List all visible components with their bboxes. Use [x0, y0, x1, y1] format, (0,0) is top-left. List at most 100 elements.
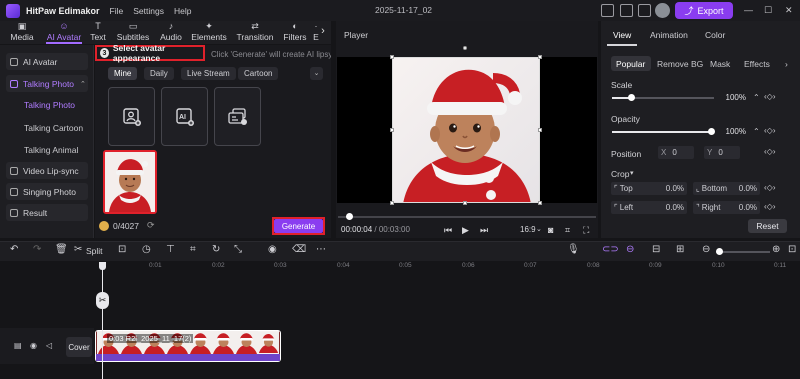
user-avatar[interactable] — [655, 3, 670, 18]
crop-icon[interactable]: ⌗ — [190, 244, 196, 255]
split-view-icon[interactable]: ⊞ — [676, 244, 684, 255]
tab-audio[interactable]: ♪ Audio — [154, 21, 188, 44]
subtab-mask[interactable]: Mask — [710, 59, 730, 69]
delete-icon[interactable]: 🗑 — [55, 244, 68, 255]
play-icon[interactable]: ▶ — [462, 225, 469, 236]
keyframe-nav-icon[interactable]: ‹◇› — [764, 202, 775, 211]
magnet-icon[interactable]: ⊂⊃ — [602, 244, 619, 255]
chevron-down-icon[interactable]: ▾ — [630, 169, 634, 177]
sidebar-item-video-lip-sync[interactable]: Video Lip-sync — [6, 162, 88, 179]
export-button[interactable]: ⤴ Export — [675, 2, 733, 19]
zoom-in-icon[interactable]: ⊕ — [772, 244, 780, 255]
fit-timeline-icon[interactable]: ⊡ — [788, 244, 796, 255]
tab-elements[interactable]: ✦ Elements — [188, 21, 230, 44]
resize-handle[interactable] — [538, 201, 542, 205]
speed-icon[interactable]: ◷ — [142, 244, 151, 255]
avatar-thumbnail[interactable] — [103, 150, 157, 214]
layout-icon[interactable] — [601, 4, 614, 17]
crop-top-field[interactable]: ⌜ Top 0.0% — [611, 182, 687, 195]
tab-filters[interactable]: ◐ Filters — [278, 21, 312, 44]
split-icon[interactable]: ✂ — [74, 244, 82, 255]
position-y-field[interactable]: Y0 — [704, 146, 740, 159]
reset-button[interactable]: Reset — [748, 219, 787, 233]
notification-icon[interactable] — [620, 4, 633, 17]
link-icon[interactable]: ⊖ — [626, 244, 634, 255]
menu-settings[interactable]: Settings — [133, 6, 164, 16]
tab-ai-avatar[interactable]: ☺ AI Avatar — [42, 21, 86, 44]
maximize-button[interactable]: ☐ — [764, 5, 772, 16]
menu-file[interactable]: File — [110, 6, 124, 16]
sidebar-item-result[interactable]: Result — [6, 204, 88, 221]
keyframe-nav-icon[interactable]: ‹◇› — [764, 147, 775, 156]
keyframe-nav-icon[interactable]: ‹◇› — [764, 126, 775, 135]
crop-grid-icon[interactable]: ⌗ — [565, 225, 570, 236]
sidebar-item-singing-photo[interactable]: Singing Photo — [6, 183, 88, 200]
generate-button[interactable]: Generate — [274, 219, 323, 233]
rotate-handle[interactable] — [463, 46, 467, 50]
crop-bottom-field[interactable]: ⌞ Bottom 0.0% — [693, 182, 760, 195]
tab-view[interactable]: View — [613, 30, 631, 40]
resize-handle[interactable] — [390, 128, 394, 132]
settings-icon[interactable] — [638, 4, 651, 17]
resize-handle[interactable] — [538, 128, 542, 132]
tab-transition[interactable]: ⇄ Transition — [232, 21, 278, 44]
scale-slider-knob[interactable] — [628, 94, 635, 101]
transform-icon[interactable]: ⤡ — [234, 244, 242, 255]
more-tools-icon[interactable]: ⋯ — [316, 244, 326, 255]
crop-label[interactable]: Crop — [611, 169, 629, 179]
chevron-down-icon[interactable]: ⌄ — [536, 225, 542, 233]
tab-color[interactable]: Color — [705, 30, 725, 40]
keyframe-nav-icon[interactable]: ‹◇› — [764, 92, 775, 101]
playhead-split-knob[interactable]: ✂ — [96, 292, 109, 309]
prev-frame-icon[interactable]: ⏮ — [444, 225, 452, 236]
ai-generate-portrait-card[interactable]: AI — [161, 87, 208, 146]
chip-more-icon[interactable]: ⌄ — [310, 67, 323, 80]
more-avatars-card[interactable] — [214, 87, 261, 146]
resize-handle[interactable] — [390, 55, 394, 59]
chip-mine[interactable]: Mine — [108, 67, 138, 80]
upload-portrait-card[interactable] — [108, 87, 155, 146]
snapshot-icon[interactable]: ◙ — [548, 225, 553, 235]
zoom-slider-track[interactable] — [716, 251, 770, 253]
close-button[interactable]: ✕ — [785, 5, 793, 16]
cover-button[interactable]: Cover — [66, 337, 92, 357]
playback-progress-knob[interactable] — [346, 213, 353, 220]
track-visibility-icon[interactable]: ◉ — [30, 341, 37, 350]
playhead-line[interactable] — [102, 262, 103, 379]
chip-cartoon[interactable]: Cartoon — [238, 67, 279, 80]
sidebar-sub-talking-photo[interactable]: Talking Photo — [24, 100, 75, 110]
preview-photo[interactable] — [392, 57, 540, 203]
track-link-icon[interactable]: ⊟ — [652, 244, 660, 255]
sidebar-item-ai-avatar[interactable]: AI Avatar — [6, 53, 88, 70]
split-label[interactable]: Split — [86, 246, 103, 256]
resize-handle[interactable] — [538, 55, 542, 59]
resize-handle[interactable] — [390, 201, 394, 205]
playhead-marker[interactable] — [99, 262, 106, 270]
minimize-button[interactable]: — — [744, 5, 753, 15]
text-insert-icon[interactable]: ⊤ — [166, 244, 175, 255]
chevron-right-icon[interactable]: › — [785, 59, 788, 69]
fullscreen-icon[interactable]: ⛶ — [583, 225, 589, 236]
undo-icon[interactable]: ↶ — [10, 244, 18, 255]
subtab-effects[interactable]: Effects — [744, 59, 770, 69]
refresh-icon[interactable]: ⟳ — [147, 220, 155, 231]
track-lock-icon[interactable]: ▤ — [14, 341, 22, 350]
menu-help[interactable]: Help — [174, 6, 191, 16]
tab-animation[interactable]: Animation — [650, 30, 688, 40]
resize-handle[interactable] — [463, 201, 467, 205]
subtab-popular[interactable]: Popular — [616, 59, 645, 69]
keyframe-nav-icon[interactable]: ‹◇› — [764, 183, 775, 192]
opacity-slider-knob[interactable] — [708, 128, 715, 135]
sidebar-sub-talking-cartoon[interactable]: Talking Cartoon — [24, 123, 83, 133]
aspect-ratio-select[interactable]: 16:9 — [520, 225, 536, 234]
opacity-value[interactable]: 100% — [718, 127, 746, 136]
stepper-icon[interactable]: ⌃ — [753, 127, 760, 136]
sidebar-item-talking-photo[interactable]: Talking Photo ⌃ — [6, 75, 88, 92]
zoom-slider-knob[interactable] — [716, 248, 723, 255]
zoom-out-icon[interactable]: ⊖ — [702, 244, 710, 255]
avatar-detect-icon[interactable]: ◉ — [268, 244, 277, 255]
eraser-icon[interactable]: ⌫ — [292, 244, 306, 255]
microphone-icon[interactable]: 🎙 — [567, 244, 580, 255]
sidebar-sub-talking-animal[interactable]: Talking Animal — [24, 145, 78, 155]
playback-progress-track[interactable] — [338, 216, 596, 218]
